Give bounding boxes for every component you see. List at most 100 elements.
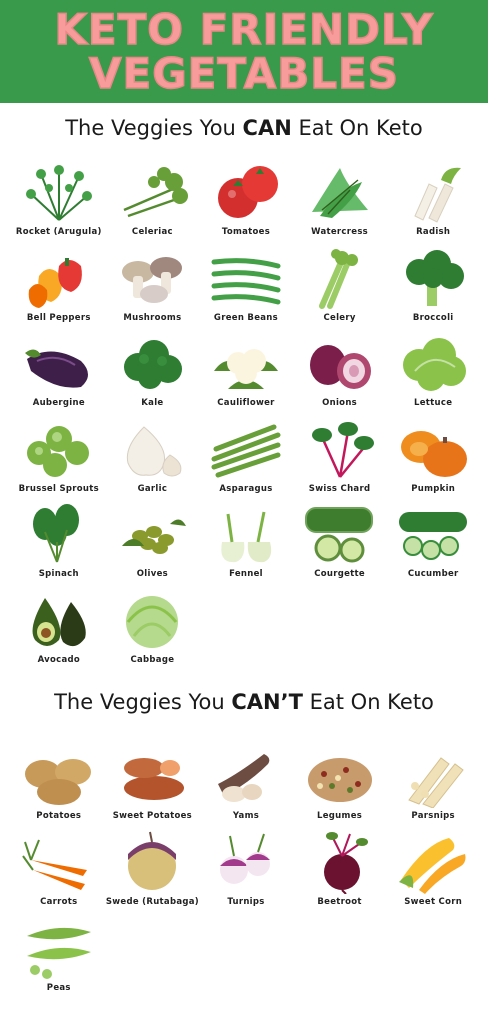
veggie-label: Olives — [136, 569, 168, 579]
veggie-label: Swede (Rutabaga) — [105, 897, 199, 907]
veggie-item: Courgette — [293, 502, 387, 588]
veggie-label: Potatoes — [36, 811, 82, 821]
aubergine-icon — [21, 331, 97, 395]
cant-eat-heading: The Veggies You CAN’T Eat On Keto — [0, 690, 488, 714]
veggie-item: Tomatoes — [199, 160, 293, 246]
veggie-item: Olives — [106, 502, 200, 588]
header-banner: KETO FRIENDLY VEGETABLES — [0, 0, 488, 103]
potatoes-icon — [21, 744, 97, 808]
veggie-label: Sweet Corn — [404, 897, 463, 907]
veggie-item: Avocado — [12, 588, 106, 674]
veggie-item: Cucumber — [386, 502, 480, 588]
celery-icon — [302, 246, 378, 310]
turnips-icon — [208, 830, 284, 894]
veggie-label: Cabbage — [130, 654, 175, 665]
veggie-item: Pumpkin — [386, 417, 480, 503]
veggie-item: Spinach — [12, 502, 106, 588]
green-beans-icon — [208, 246, 284, 310]
veggie-label: Aubergine — [32, 398, 85, 408]
cant-heading-prefix: The Veggies You — [54, 690, 232, 714]
veggie-label: Fennel — [229, 569, 263, 579]
spinach-icon — [21, 502, 97, 566]
veggie-label: Avocado — [37, 654, 81, 665]
veggie-item: Mushrooms — [106, 246, 200, 332]
veggie-label: Turnips — [227, 897, 265, 907]
veggie-item: Bell Peppers — [12, 246, 106, 332]
peas-icon — [21, 916, 97, 980]
veggie-label: Garlic — [137, 483, 168, 494]
cant-heading-suffix: Eat On Keto — [302, 690, 434, 714]
veggie-item: Garlic — [106, 417, 200, 503]
veggie-label: Asparagus — [219, 483, 273, 494]
sweet-corn-icon — [395, 830, 471, 894]
veggie-item: Watercress — [293, 160, 387, 246]
veggie-label: Cucumber — [407, 569, 459, 579]
veggie-label: Watercress — [311, 227, 369, 237]
celeriac-icon — [114, 160, 190, 224]
parsnips-icon — [395, 744, 471, 808]
veggie-label: Sweet Potatoes — [112, 811, 193, 821]
cauliflower-icon — [208, 331, 284, 395]
veggie-item: Parsnips — [386, 744, 480, 830]
can-heading-emphasis: CAN — [242, 116, 292, 140]
courgette-icon — [302, 502, 378, 566]
veggie-item: Kale — [106, 331, 200, 417]
veggie-label: Kale — [141, 398, 164, 408]
asparagus-icon — [208, 417, 284, 481]
pumpkin-icon — [395, 417, 471, 481]
veggie-label: Mushrooms — [123, 312, 182, 323]
veggie-item: Potatoes — [12, 744, 106, 830]
can-heading-suffix: Eat On Keto — [291, 116, 423, 140]
yams-icon — [208, 744, 284, 808]
veggie-label: Peas — [46, 983, 71, 993]
kale-icon — [114, 331, 190, 395]
veggie-label: Lettuce — [414, 398, 453, 408]
veggie-label: Onions — [322, 398, 358, 408]
veggie-item: Aubergine — [12, 331, 106, 417]
avocado-icon — [21, 588, 97, 652]
olives-icon — [114, 502, 190, 566]
veggie-item: Radish — [386, 160, 480, 246]
veggie-item: Onions — [293, 331, 387, 417]
rocket-icon — [21, 160, 97, 224]
veggie-label: Bell Peppers — [26, 312, 91, 323]
cucumber-icon — [395, 502, 471, 566]
can-eat-grid: Rocket (Arugula) Celeriac Tomatoes Watercre… — [12, 160, 480, 673]
veggie-label: Broccoli — [412, 312, 454, 323]
veggie-label: Celery — [323, 312, 356, 323]
veggie-item: Brussel Sprouts — [12, 417, 106, 503]
veggie-label: Green Beans — [213, 312, 279, 323]
veggie-label: Celeriac — [131, 227, 173, 237]
veggie-item: Celeriac — [106, 160, 200, 246]
veggie-item: Cauliflower — [199, 331, 293, 417]
veggie-item: Legumes — [293, 744, 387, 830]
watercress-icon — [302, 160, 378, 224]
veggie-item: Peas — [12, 916, 106, 1002]
veggie-label: Parsnips — [411, 811, 455, 821]
veggie-item: Green Beans — [199, 246, 293, 332]
veggie-item: Sweet Potatoes — [106, 744, 200, 830]
veggie-label: Beetroot — [317, 897, 362, 907]
banner-title-line1: KETO FRIENDLY — [54, 4, 434, 54]
can-heading-prefix: The Veggies You — [65, 116, 243, 140]
veggie-item: Cabbage — [106, 588, 200, 674]
swede-icon — [114, 830, 190, 894]
cant-eat-grid: Potatoes Sweet Potatoes Yams Legumes Parsnip… — [12, 744, 480, 1002]
veggie-label: Courgette — [314, 569, 365, 579]
legumes-icon — [302, 744, 378, 808]
veggie-item: Sweet Corn — [386, 830, 480, 916]
veggie-item: Swede (Rutabaga) — [106, 830, 200, 916]
veggie-label: Legumes — [317, 811, 363, 821]
veggie-item: Rocket (Arugula) — [12, 160, 106, 246]
onions-icon — [302, 331, 378, 395]
veggie-item: Yams — [199, 744, 293, 830]
lettuce-icon — [395, 331, 471, 395]
veggie-label: Yams — [232, 811, 260, 821]
veggie-label: Cauliflower — [217, 398, 275, 408]
veggie-label: Spinach — [38, 569, 79, 579]
veggie-item: Carrots — [12, 830, 106, 916]
veggie-label: Tomatoes — [221, 227, 271, 237]
cant-heading-emphasis: CAN’T — [231, 690, 303, 714]
can-eat-heading: The Veggies You CAN Eat On Keto — [0, 116, 488, 140]
veggie-label: Rocket (Arugula) — [15, 227, 102, 237]
